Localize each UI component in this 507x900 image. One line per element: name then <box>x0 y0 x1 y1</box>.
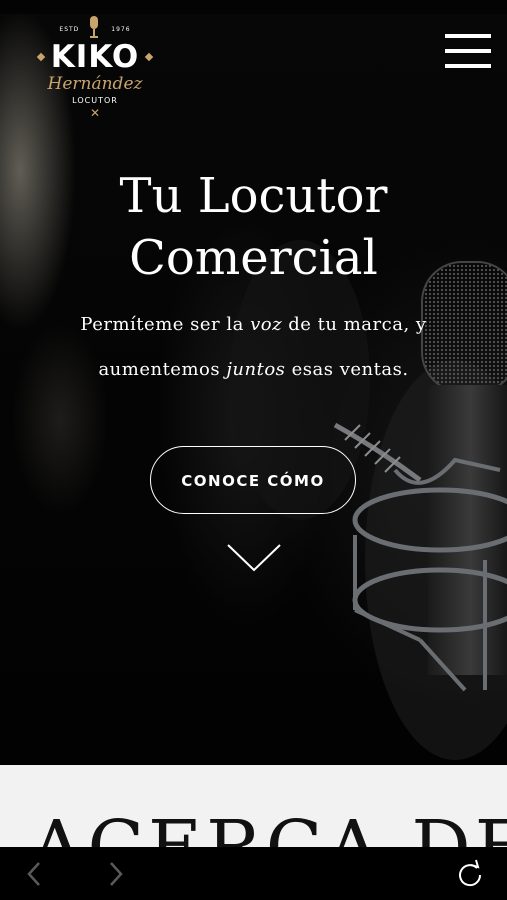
forward-arrow-icon[interactable] <box>100 859 130 889</box>
logo-script-name: Hernández <box>47 74 143 94</box>
logo-cross-icon: ✕ <box>89 106 101 120</box>
brand-logo[interactable]: ESTD 1976 KIKO Hernández LOCUTOR ✕ <box>36 14 154 124</box>
hero-title-line1: Tu Locutor <box>119 168 388 224</box>
hero-section: ESTD 1976 KIKO Hernández LOCUTOR ✕ Tu Loc… <box>0 0 507 765</box>
hamburger-menu-icon <box>445 64 491 68</box>
tagline-text: aumentemos <box>98 359 227 380</box>
hamburger-menu-icon <box>445 49 491 53</box>
logo-role: LOCUTOR <box>72 96 118 105</box>
tagline-text: de tu marca, y <box>282 314 427 335</box>
chevron-down-icon[interactable] <box>226 543 282 573</box>
browser-toolbar <box>0 847 507 900</box>
tagline-text: esas ventas. <box>285 359 409 380</box>
tagline-text: Permíteme ser la <box>80 314 251 335</box>
logo-name: KIKO <box>50 39 140 75</box>
tagline-emphasis: voz <box>250 314 283 335</box>
logo-estd-label: ESTD <box>59 26 80 33</box>
microphone-logo-icon <box>90 16 98 38</box>
back-arrow-icon[interactable] <box>20 859 50 889</box>
hamburger-menu-button[interactable] <box>445 34 491 70</box>
hero-title: Tu Locutor Comercial <box>0 165 507 289</box>
hamburger-menu-icon <box>445 34 491 38</box>
reload-icon[interactable] <box>455 859 485 889</box>
conoce-como-button[interactable]: CONOCE CÓMO <box>150 446 356 514</box>
hero-tagline: Permíteme ser la voz de tu marca, y aume… <box>30 302 477 392</box>
about-section: ACERCA DE <box>0 765 507 847</box>
tagline-emphasis: juntos <box>226 359 286 380</box>
hero-title-line2: Comercial <box>129 230 378 286</box>
about-heading: ACERCA DE <box>30 805 507 847</box>
logo-year: 1976 <box>111 26 131 33</box>
